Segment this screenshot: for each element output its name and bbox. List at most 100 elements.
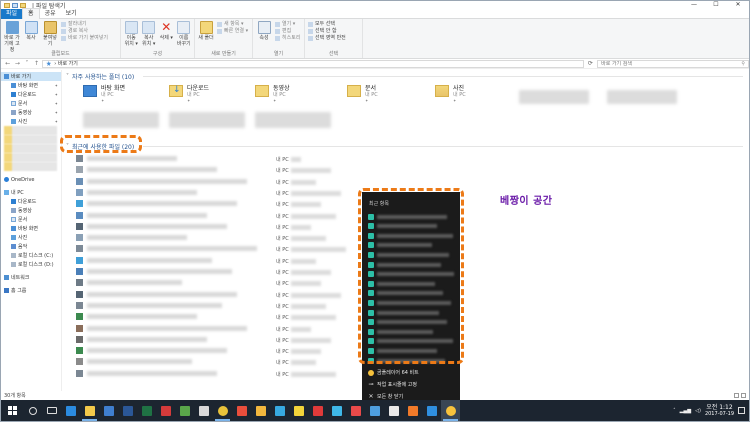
show-hidden-icons-icon[interactable]: ˄ <box>673 408 676 414</box>
recent-file-row[interactable] <box>76 267 232 276</box>
app-icon[interactable] <box>156 400 175 421</box>
recent-file-row[interactable] <box>76 211 207 220</box>
app-icon[interactable] <box>308 400 327 421</box>
blurred-folder-tile[interactable] <box>255 112 331 128</box>
sidebar-item-videos[interactable]: 동영상 ✦ <box>1 108 61 117</box>
app-icon[interactable] <box>175 400 194 421</box>
folder-tile-pictures[interactable]: 사진 내 PC ✦ <box>435 85 513 103</box>
sidebar-item-downloads[interactable]: 다운로드 ✦ <box>1 90 61 99</box>
blurred-sidebar-item[interactable] <box>4 126 57 135</box>
action-center-icon[interactable] <box>738 407 745 414</box>
cut-button[interactable]: 잘라내기 <box>61 21 108 27</box>
invert-selection-button[interactable]: 선택 영역 반전 <box>308 35 346 41</box>
sidebar-item-disk-d[interactable]: 로컬 디스크 (D:) <box>1 260 61 269</box>
recent-file-row[interactable] <box>76 301 222 310</box>
app-icon[interactable] <box>422 400 441 421</box>
recent-file-row[interactable] <box>76 199 237 208</box>
recent-file-row[interactable] <box>76 369 217 378</box>
app-icon[interactable] <box>270 400 289 421</box>
folder-tile-videos[interactable]: 동영상 내 PC ✦ <box>255 85 333 103</box>
start-button[interactable] <box>1 400 23 421</box>
recent-file-row[interactable] <box>76 346 227 355</box>
recent-file-row[interactable] <box>76 177 247 186</box>
app-icon[interactable] <box>232 400 251 421</box>
recent-file-row[interactable] <box>76 154 177 163</box>
tab-share[interactable]: 공유 <box>40 9 61 19</box>
up-button[interactable]: ↑ <box>33 60 41 67</box>
sidebar-item-network[interactable]: 네트워크 <box>1 273 61 282</box>
blurred-sidebar-item[interactable] <box>4 144 57 153</box>
folder-tile-documents[interactable]: 문서 내 PC ✦ <box>347 85 425 103</box>
forward-button[interactable]: → <box>14 60 22 67</box>
excel-icon[interactable] <box>137 400 156 421</box>
recent-file-row[interactable] <box>76 278 182 287</box>
blurred-folder-tile[interactable] <box>169 112 245 128</box>
store-icon[interactable] <box>99 400 118 421</box>
frequent-folders-header[interactable]: ˅ 자주 사용하는 폴더 (10) <box>66 72 134 81</box>
recent-file-row[interactable] <box>76 290 237 299</box>
network-icon[interactable]: ▂▄▆ <box>680 408 692 414</box>
blurred-sidebar-item[interactable] <box>4 162 57 171</box>
sidebar-item-pictures[interactable]: 사진 ✦ <box>1 117 61 126</box>
copy-path-button[interactable]: 경로 복사 <box>61 28 108 34</box>
recent-file-row[interactable] <box>76 222 227 231</box>
word-icon[interactable] <box>118 400 137 421</box>
pin-to-taskbar-button[interactable]: ⊸ 작업 표시줄에 고정 <box>368 380 456 389</box>
sidebar-item-pc-pictures[interactable]: 사진 <box>1 233 61 242</box>
easy-access-button[interactable]: 빠른 연결 ▾ <box>217 28 248 34</box>
blurred-folder-tile[interactable] <box>607 90 677 104</box>
jump-list-app-launch[interactable]: 곰플레이어 64 비트 <box>368 368 456 377</box>
sidebar-item-onedrive[interactable]: OneDrive <box>1 175 61 184</box>
chrome-icon[interactable] <box>213 400 232 421</box>
select-none-button[interactable]: 선택 안 함 <box>308 28 346 34</box>
app-icon[interactable] <box>251 400 270 421</box>
sidebar-item-pc-desktop[interactable]: 바탕 화면 <box>1 224 61 233</box>
sidebar-item-desktop[interactable]: 바탕 화면 ✦ <box>1 81 61 90</box>
sidebar-item-pc-downloads[interactable]: 다운로드 <box>1 197 61 206</box>
app-icon[interactable] <box>365 400 384 421</box>
app-icon[interactable] <box>403 400 422 421</box>
blurred-folder-tile[interactable] <box>83 112 159 128</box>
search-icon[interactable]: ⚲ <box>741 61 745 67</box>
sidebar-item-documents[interactable]: 문서 ✦ <box>1 99 61 108</box>
select-all-button[interactable]: 모두 선택 <box>308 21 346 27</box>
sidebar-item-pc-videos[interactable]: 동영상 <box>1 206 61 215</box>
sidebar-item-disk-c[interactable]: 로컬 디스크 (C:) <box>1 251 61 260</box>
back-button[interactable]: ← <box>4 60 12 67</box>
recent-file-row[interactable] <box>76 188 197 197</box>
task-view-icon[interactable] <box>42 400 61 421</box>
app-icon[interactable] <box>327 400 346 421</box>
sidebar-item-homegroup[interactable]: 홈 그룹 <box>1 286 61 295</box>
maximize-button[interactable]: ☐ <box>705 1 727 9</box>
app-icon[interactable] <box>384 400 403 421</box>
open-button[interactable]: 열기 ▾ <box>275 21 300 27</box>
recent-file-row[interactable] <box>76 256 212 265</box>
gom-player-icon[interactable] <box>441 400 460 421</box>
blurred-folder-tile[interactable] <box>519 90 589 104</box>
clock[interactable]: 오전 1:12 2017-07-19 <box>705 404 734 418</box>
edge-icon[interactable] <box>61 400 80 421</box>
app-icon[interactable] <box>346 400 365 421</box>
recent-file-row[interactable] <box>76 335 207 344</box>
recent-file-row[interactable] <box>76 312 197 321</box>
new-item-button[interactable]: 새 항목 ▾ <box>217 21 248 27</box>
address-bar[interactable]: › 바로 가기 <box>42 59 584 68</box>
recent-file-row[interactable] <box>76 165 217 174</box>
file-explorer-icon[interactable] <box>80 400 99 421</box>
sidebar-item-pc-music[interactable]: 음악 <box>1 242 61 251</box>
volume-icon[interactable]: ◁) <box>695 408 701 414</box>
folder-tile-downloads[interactable]: 다운로드내 PC✦ <box>169 85 247 103</box>
recent-file-row[interactable] <box>76 324 247 333</box>
search-icon[interactable] <box>23 400 42 421</box>
recent-file-row[interactable] <box>76 244 257 253</box>
recent-file-row[interactable] <box>76 233 187 242</box>
history-button[interactable]: 히스토리 <box>275 35 300 41</box>
tab-view[interactable]: 보기 <box>61 9 82 19</box>
minimize-button[interactable]: — <box>683 1 705 9</box>
large-icons-view-icon[interactable] <box>741 392 746 398</box>
recent-files-header[interactable]: ˅ 최근에 사용한 파일 (20) <box>66 142 134 151</box>
sidebar-item-pc-documents[interactable]: 문서 <box>1 215 61 224</box>
sidebar-item-this-pc[interactable]: 내 PC <box>1 188 61 197</box>
blurred-sidebar-item[interactable] <box>4 153 57 162</box>
app-icon[interactable] <box>289 400 308 421</box>
